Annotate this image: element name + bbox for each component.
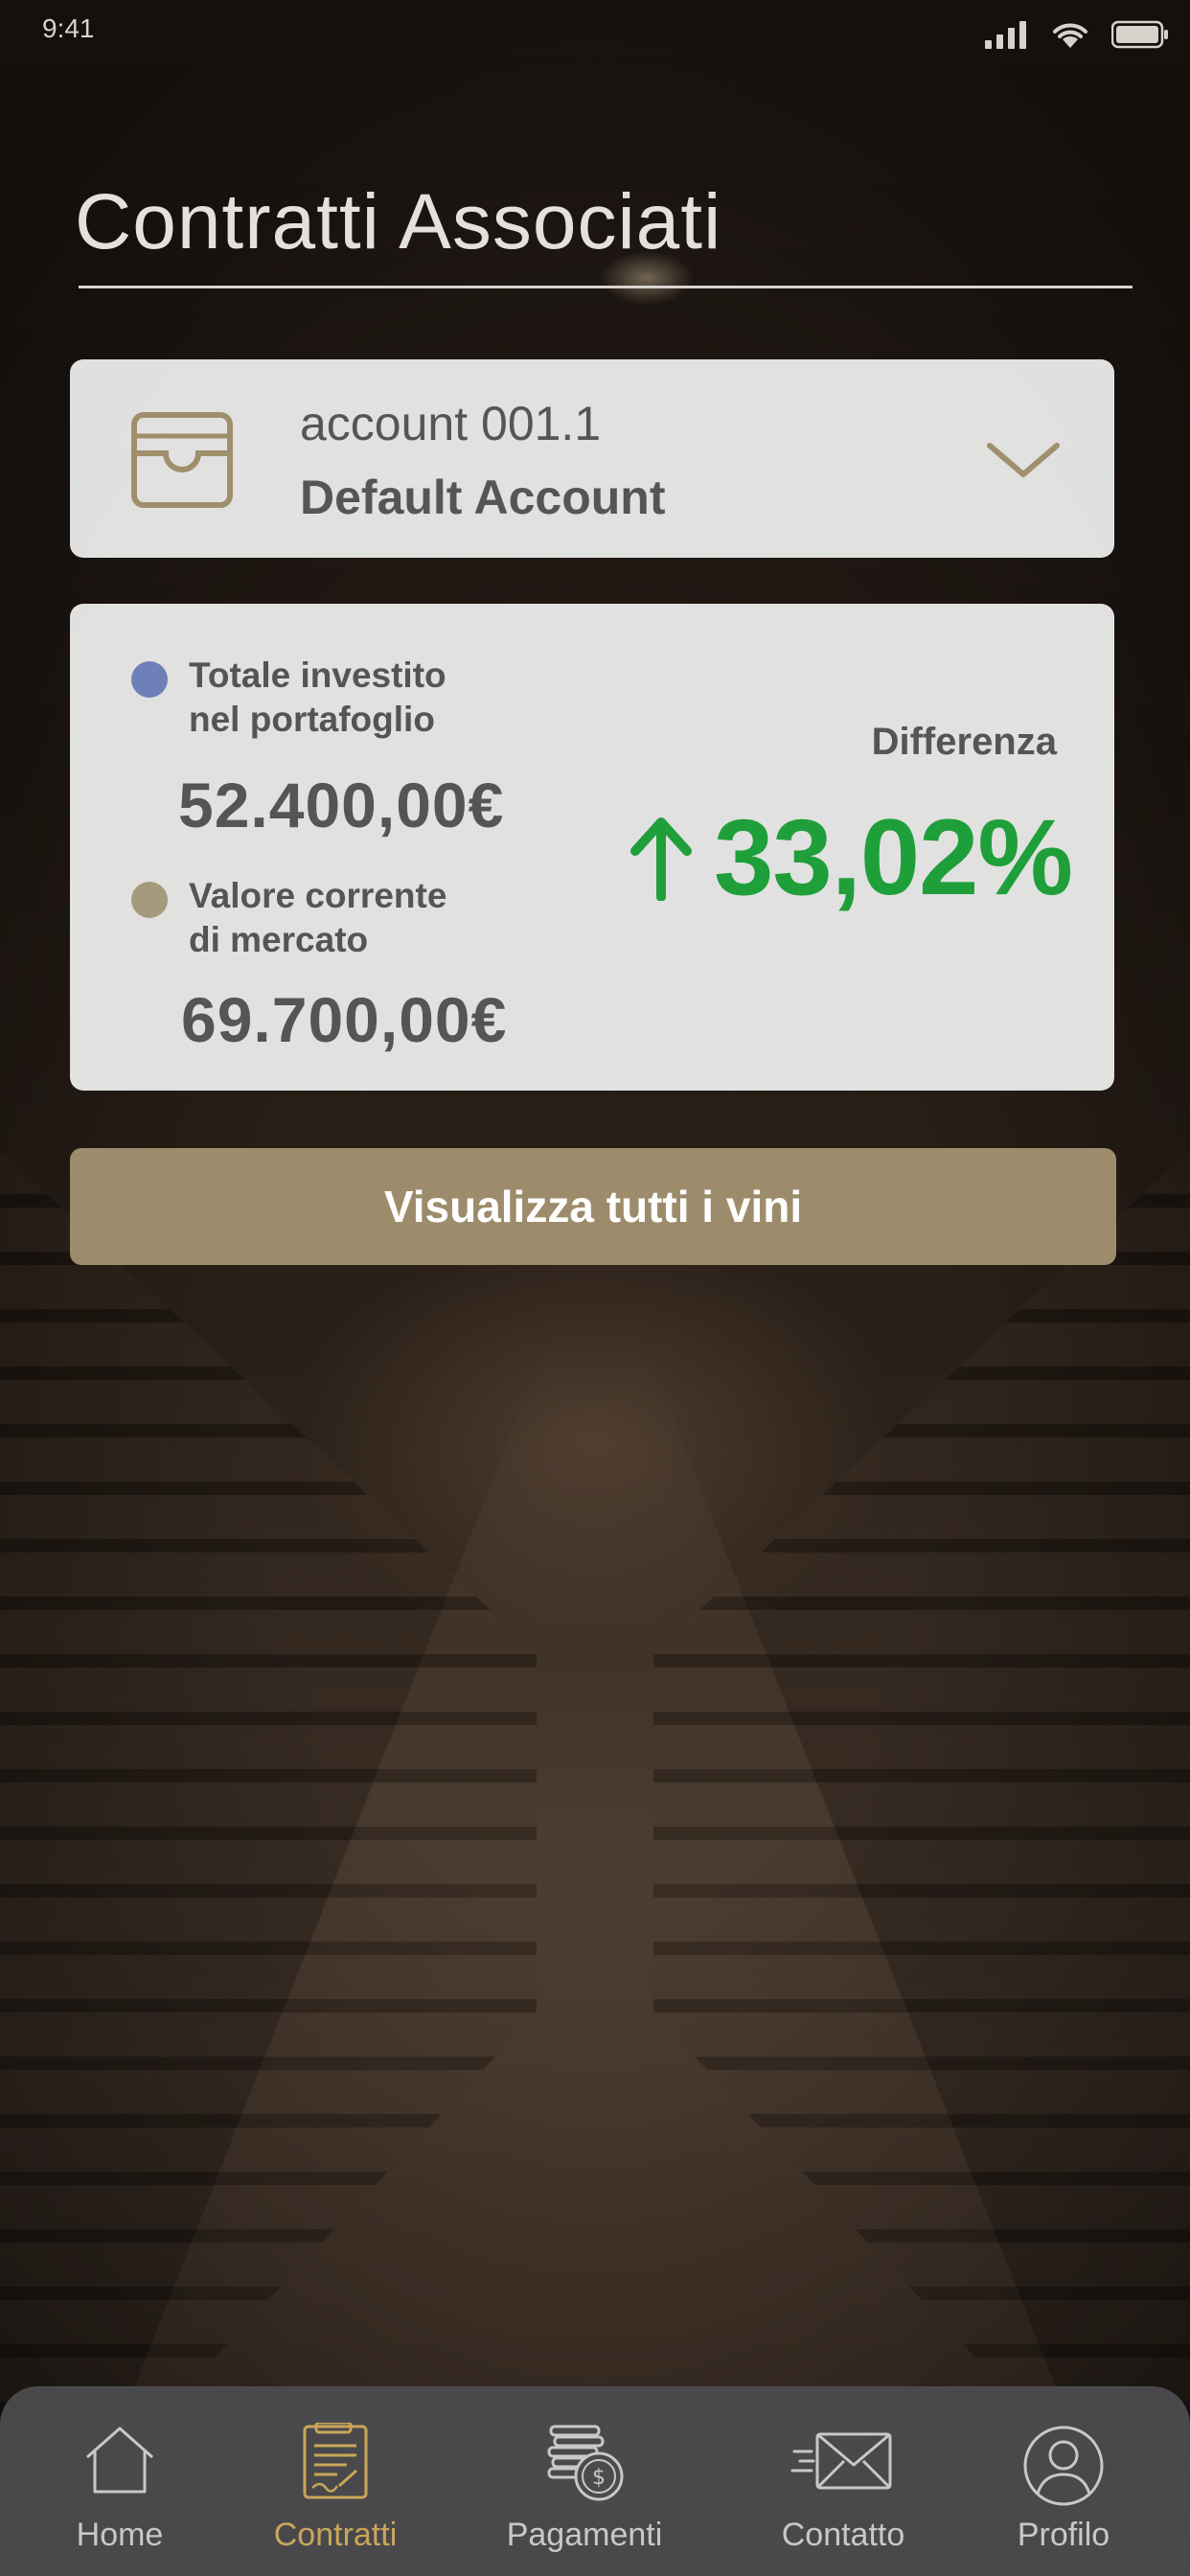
account-selector[interactable]: account 001.1 Default Account — [70, 359, 1114, 558]
account-name: account 001.1 — [300, 397, 602, 450]
nav-item-profilo[interactable]: Profilo — [1001, 2386, 1126, 2576]
title-divider — [79, 286, 1133, 288]
invested-label: Totale investito nel portafoglio — [189, 654, 572, 742]
view-all-wines-button[interactable]: Visualizza tutti i vini — [70, 1148, 1116, 1265]
status-bar: 9:41 — [0, 0, 1190, 67]
wallet-icon — [131, 412, 233, 508]
invested-value: 52.400,00€ — [178, 770, 505, 840]
nav-label-home: Home — [76, 2517, 164, 2553]
coins-icon: $ — [547, 2425, 624, 2501]
market-label: Valore corrente di mercato — [189, 874, 572, 962]
status-icons — [983, 19, 1169, 50]
nav-label-contratti: Contratti — [273, 2517, 398, 2553]
nav-label-pagamenti: Pagamenti — [506, 2517, 663, 2553]
page-title: Contratti Associati — [75, 178, 722, 265]
status-time: 9:41 — [42, 13, 95, 43]
profile-icon — [1023, 2426, 1104, 2506]
arrow-up-icon — [630, 816, 693, 901]
nav-label-profilo: Profilo — [1017, 2517, 1110, 2553]
market-legend-dot — [131, 882, 168, 918]
chevron-down-icon[interactable] — [980, 426, 1066, 494]
nav-item-pagamenti[interactable]: $ Pagamenti — [493, 2386, 675, 2576]
contract-icon — [303, 2423, 368, 2499]
market-label-line1: Valore corrente — [189, 876, 447, 915]
nav-item-contatto[interactable]: Contatto — [767, 2386, 920, 2576]
portfolio-summary-card: Totale investito nel portafoglio 52.400,… — [70, 604, 1114, 1091]
home-icon — [86, 2426, 153, 2494]
svg-text:$: $ — [592, 2466, 606, 2490]
difference-value: 33,02% — [714, 797, 1073, 917]
market-label-line2: di mercato — [189, 920, 369, 959]
invested-legend-dot — [131, 661, 168, 698]
invested-label-line2: nel portafoglio — [189, 700, 435, 739]
difference-display: 33,02% — [628, 795, 1073, 919]
nav-label-contatto: Contatto — [781, 2517, 905, 2553]
battery-icon — [1111, 20, 1168, 49]
nav-item-home[interactable]: Home — [57, 2386, 182, 2576]
mail-icon — [790, 2432, 892, 2490]
wifi-icon — [1053, 23, 1087, 48]
invested-label-line1: Totale investito — [189, 656, 446, 695]
bottom-nav: Home Contratti $ Pagamenti Contatto Prof… — [0, 2386, 1190, 2576]
signal-icon — [985, 21, 1026, 49]
nav-item-contratti[interactable]: Contratti — [263, 2386, 407, 2576]
market-value: 69.700,00€ — [181, 984, 508, 1055]
account-type: Default Account — [300, 471, 666, 524]
difference-label: Differenza — [871, 721, 1057, 763]
